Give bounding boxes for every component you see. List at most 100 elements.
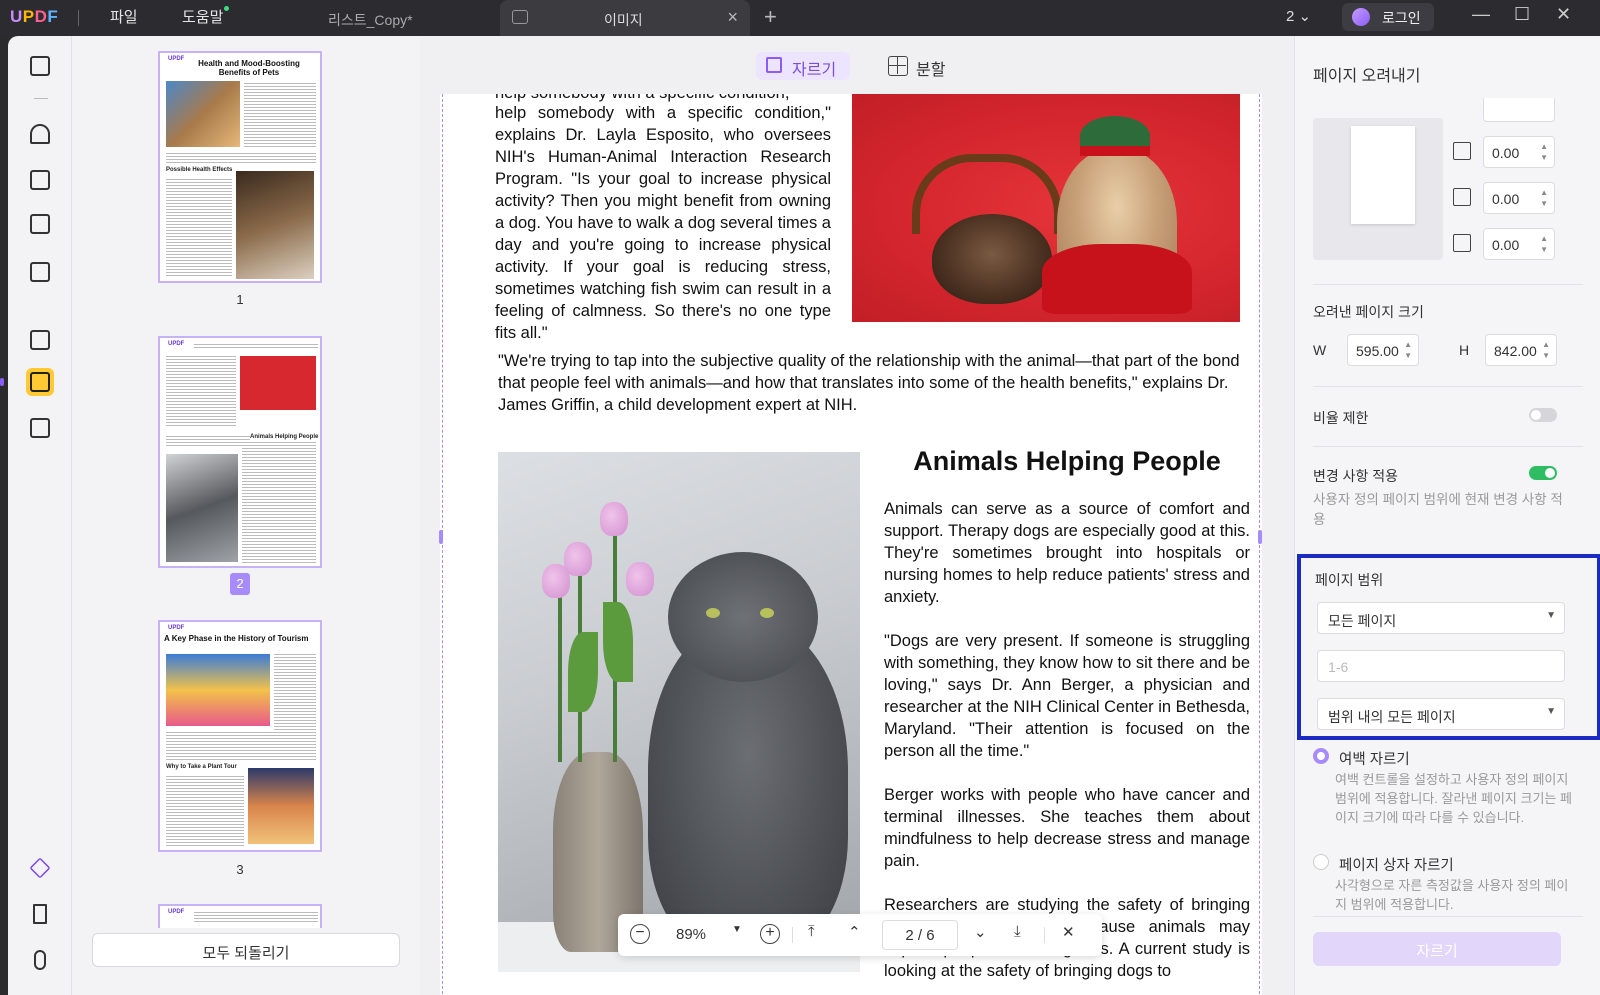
menu-file[interactable]: 파일: [110, 6, 138, 27]
attachment-icon[interactable]: [26, 946, 54, 974]
ratio-lock-label: 비율 제한: [1313, 410, 1369, 426]
bookmark-icon[interactable]: [26, 900, 54, 928]
tab-list-copy[interactable]: 리스트_Copy*: [316, 0, 498, 36]
thumbnail-page-2[interactable]: UPDF Animals Helping People: [158, 336, 322, 568]
last-page-icon[interactable]: ⤓: [1014, 923, 1021, 940]
thumb-logo: UPDF: [168, 341, 185, 347]
login-button[interactable]: 로그인: [1342, 3, 1434, 31]
window-count: 2: [1286, 8, 1295, 25]
thumb-text: [194, 910, 318, 924]
thumb-text: [166, 730, 316, 760]
avatar-icon: [1352, 8, 1370, 26]
spinner-icon[interactable]: ▲ ▼: [1540, 141, 1548, 163]
tools-icon[interactable]: [26, 414, 54, 442]
zoom-out-icon[interactable]: −: [630, 924, 650, 944]
margin-left-input[interactable]: 0.00 ▲ ▼: [1483, 182, 1555, 214]
margin-left-value: 0.00: [1492, 191, 1520, 207]
page-separator: /: [917, 927, 923, 944]
apply-changes-toggle[interactable]: [1529, 466, 1557, 480]
new-tab-button[interactable]: +: [764, 4, 777, 30]
spinner-icon[interactable]: ▲ ▼: [1540, 187, 1548, 209]
menu-help[interactable]: 도움말: [182, 6, 230, 27]
tab-label: 이미지: [604, 12, 643, 28]
thumbnail-panel: UPDF Health and Mood-Boosting Benefits o…: [72, 36, 420, 995]
thumb-image: [166, 654, 270, 726]
margin-right-input[interactable]: 0.00 ▲ ▼: [1483, 228, 1555, 260]
thumb-text: [194, 342, 318, 350]
thumb-image: [240, 356, 316, 410]
crop-mode-button[interactable]: 자르기: [756, 52, 850, 80]
divider: [1313, 284, 1583, 285]
page-number-selected: 2: [230, 573, 250, 595]
organize-pages-icon[interactable]: [26, 326, 54, 354]
spinner-icon[interactable]: ▲ ▼: [1540, 233, 1548, 255]
thumb-logo: UPDF: [168, 625, 185, 631]
page-range-select[interactable]: 모든 페이지 ▼: [1317, 602, 1565, 634]
window-count-dropdown[interactable]: 2 ⌄: [1286, 7, 1311, 25]
close-icon[interactable]: ✕: [1062, 923, 1075, 941]
updf-logo: UPDF: [10, 7, 59, 26]
close-tab-icon[interactable]: ×: [727, 7, 738, 28]
zoom-level[interactable]: 89%: [676, 926, 706, 943]
thumb-image: [248, 768, 314, 844]
crop-label: 자르기: [792, 62, 837, 79]
dropdown-arrow-icon: ▼: [1546, 706, 1556, 717]
edit-pdf-icon[interactable]: [26, 166, 54, 194]
zoom-dropdown-icon[interactable]: ▼: [732, 924, 742, 935]
height-value: 842.00: [1494, 343, 1537, 359]
divider: [78, 10, 79, 26]
thumbnail-page-4[interactable]: UPDF: [158, 904, 322, 928]
width-input[interactable]: 595.00 ▲ ▼: [1347, 334, 1419, 366]
comment-icon[interactable]: [26, 120, 54, 148]
reset-all-button[interactable]: 모두 되돌리기: [92, 933, 400, 967]
page-input[interactable]: 2 / 6: [882, 920, 958, 950]
dropdown-arrow-icon: ▼: [1546, 610, 1556, 621]
crop-handle-right[interactable]: [1258, 530, 1262, 544]
crop-frame[interactable]: [442, 94, 1260, 995]
margin-right-value: 0.00: [1492, 237, 1520, 253]
thumb-text: [242, 446, 316, 564]
split-label: 분할: [916, 62, 946, 79]
split-icon: [888, 56, 908, 76]
box-crop-label: 페이지 상자 자르기: [1339, 858, 1454, 874]
crop-pages-icon[interactable]: [26, 368, 54, 396]
page-range-input[interactable]: 1-6: [1317, 650, 1565, 682]
thumb-text: [244, 81, 316, 147]
zoom-in-icon[interactable]: +: [760, 924, 780, 944]
fill-sign-icon[interactable]: [26, 258, 54, 286]
margin-bottom-input-partial[interactable]: [1483, 98, 1555, 122]
crop-apply-button[interactable]: 자르기: [1313, 932, 1561, 966]
first-page-icon[interactable]: ⤒: [808, 923, 815, 940]
apply-changes-label: 변경 사항 적용: [1313, 468, 1399, 484]
split-mode-button[interactable]: 분할: [886, 52, 976, 80]
thumb-subhead: Why to Take a Plant Tour: [166, 764, 237, 770]
active-indicator: [0, 378, 4, 386]
spinner-icon[interactable]: ▲ ▼: [1404, 339, 1412, 361]
thumb-logo: UPDF: [168, 56, 185, 62]
ratio-lock-toggle[interactable]: [1529, 408, 1557, 422]
margin-left-icon: [1453, 188, 1471, 206]
spinner-icon[interactable]: ▲ ▼: [1542, 339, 1550, 361]
menu-help-label: 도움말: [182, 9, 224, 26]
tab-image[interactable]: 이미지 ×: [500, 0, 750, 36]
thumbnail-page-3[interactable]: UPDF A Key Phase in the History of Touri…: [158, 620, 322, 852]
login-label: 로그인: [1382, 10, 1421, 26]
margin-top-input[interactable]: 0.00 ▲ ▼: [1483, 136, 1555, 168]
height-input[interactable]: 842.00 ▲ ▼: [1485, 334, 1557, 366]
page-subset-select[interactable]: 범위 내의 모든 페이지 ▼: [1317, 698, 1565, 730]
reader-mode-icon[interactable]: [26, 52, 54, 80]
crop-handle-left[interactable]: [439, 530, 443, 544]
previous-page-icon[interactable]: ⌃: [848, 923, 861, 941]
close-window-icon[interactable]: ✕: [1556, 4, 1571, 25]
next-page-icon[interactable]: ⌄: [974, 923, 987, 941]
form-icon[interactable]: [26, 210, 54, 238]
box-crop-radio[interactable]: [1313, 854, 1329, 870]
thumb-text: [166, 774, 244, 848]
maximize-icon[interactable]: ☐: [1514, 4, 1530, 25]
minimize-icon[interactable]: —: [1472, 4, 1490, 25]
thumbnail-page-1[interactable]: UPDF Health and Mood-Boosting Benefits o…: [158, 51, 322, 283]
thumb-logo: UPDF: [168, 909, 185, 915]
layers-icon[interactable]: [26, 854, 54, 882]
zoom-bar: − 89% ▼ + ⤒ ⌃ 2 / 6 ⌄ ⤓ ✕: [618, 914, 1102, 956]
margin-crop-radio[interactable]: [1313, 748, 1329, 764]
